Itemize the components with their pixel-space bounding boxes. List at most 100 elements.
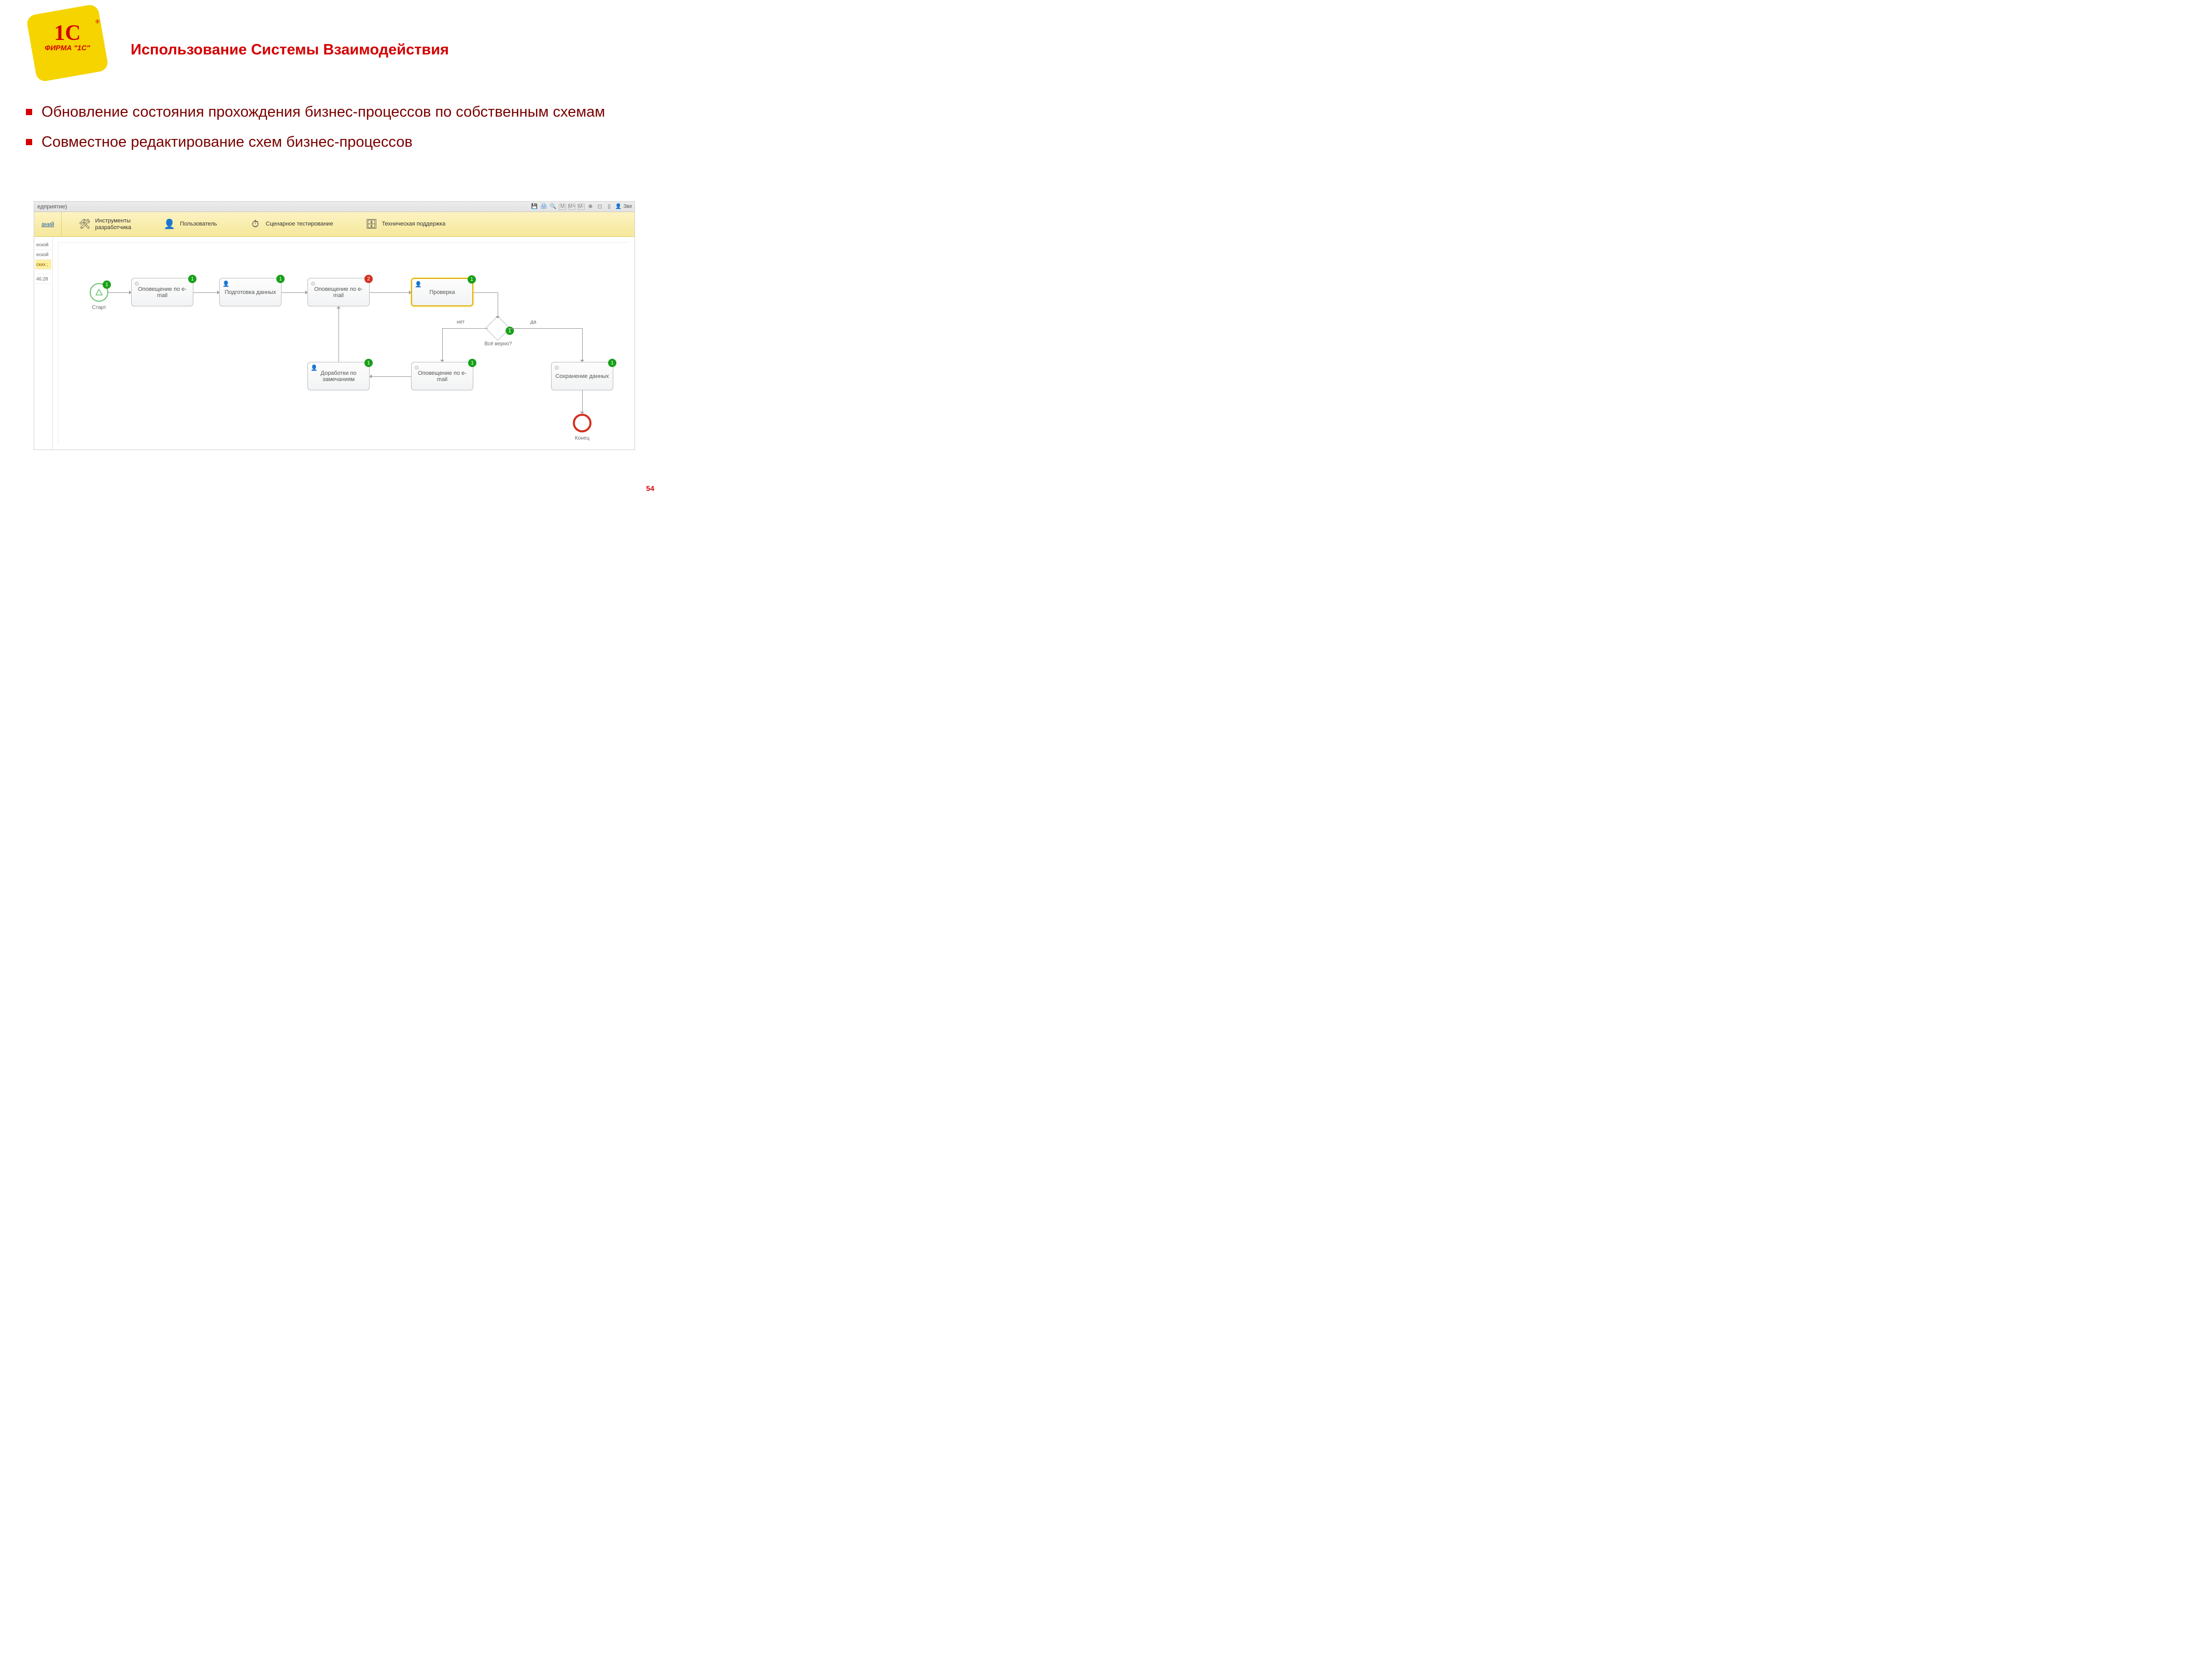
user-icon[interactable]: 👤 [615, 203, 622, 210]
task-label: Сохранение данных [555, 373, 609, 379]
search-icon[interactable]: 🔍 [550, 203, 557, 210]
badge: 1 [468, 275, 476, 284]
window-icon[interactable]: ◻ [596, 203, 603, 210]
start-event-label: Старт [83, 305, 115, 311]
end-event[interactable] [573, 414, 591, 432]
sidebar-item[interactable]: еской [35, 240, 51, 250]
edge [582, 390, 583, 414]
stopwatch-icon: ⏱ [248, 217, 263, 232]
edge [108, 292, 131, 293]
ribbon-link[interactable]: аний [34, 212, 62, 236]
ribbon: аний 🛠 Инструменты разработчика 👤 Пользо… [34, 212, 635, 237]
dev-tools-icon: 🛠 [77, 217, 92, 232]
task-label: Оповещение по e-mail [311, 286, 366, 299]
gear-icon: ⚙ [414, 364, 419, 371]
task-save-data[interactable]: ⚙ Сохранение данных 1 [551, 362, 613, 390]
gear-icon: ⚙ [134, 280, 139, 287]
database-icon: 🗄 [364, 217, 379, 232]
edge [370, 292, 411, 293]
save-icon[interactable]: 💾 [531, 203, 538, 210]
sidebar-item-selected[interactable]: ских ; [35, 260, 51, 270]
page-number: 54 [646, 484, 654, 493]
ribbon-section-support[interactable]: 🗄 Техническая поддержка [349, 212, 461, 236]
end-event-label: Конец [567, 435, 598, 441]
panel-icon[interactable]: ▯ [605, 203, 613, 210]
gear-icon: ⚙ [311, 280, 316, 287]
arrow-icon [129, 290, 133, 294]
edge-label-no: нет [457, 319, 464, 325]
ribbon-label: Сценарное тестирование [266, 221, 333, 228]
edge [281, 292, 307, 293]
name-fragment: Зве [624, 203, 631, 210]
bullet-item: Совместное редактирование схем бизнес-пр… [26, 133, 643, 152]
ribbon-section-user[interactable]: 👤 Пользователь [147, 212, 232, 236]
user-icon: 👤 [162, 217, 177, 232]
zoom-icon[interactable]: ⊕ [587, 203, 594, 210]
arrow-icon [580, 412, 584, 416]
arrow-icon [217, 290, 221, 294]
edge-label-yes: да [530, 319, 536, 325]
badge: 1 [188, 275, 196, 283]
task-notify-1[interactable]: ⚙ Оповещение по e-mail 1 [131, 278, 193, 306]
arrow-icon [580, 360, 584, 364]
user-icon: 👤 [415, 281, 422, 288]
task-label: Подготовка данных [224, 289, 276, 296]
arrow-icon [440, 360, 444, 364]
badge: 1 [276, 275, 285, 283]
sidebar-item[interactable]: еской [35, 250, 51, 260]
badge: 2 [364, 275, 373, 283]
arrow-icon [409, 290, 413, 294]
bullet-marker-icon [26, 139, 32, 145]
ribbon-label: Инструменты разработчика [95, 218, 131, 231]
edge [582, 328, 583, 362]
titlebar-icons: 💾 🖨 🔍 M M+ M- ⊕ ◻ ▯ 👤 Зве [531, 202, 631, 212]
print-icon[interactable]: 🖨 [540, 203, 547, 210]
app-titlebar: едприятие) 💾 🖨 🔍 M M+ M- ⊕ ◻ ▯ 👤 Зве [34, 202, 635, 212]
bpmn-canvas[interactable]: 1 Старт ⚙ Оповещение по e-mail 1 👤 Подго… [53, 237, 635, 449]
user-icon: 👤 [222, 280, 230, 287]
task-review[interactable]: 👤 Проверка 1 [411, 278, 473, 306]
gear-icon: ⚙ [554, 364, 559, 371]
task-notify-3[interactable]: ⚙ Оповещение по e-mail 1 [411, 362, 473, 390]
start-event[interactable]: 1 [90, 283, 108, 302]
edge [442, 328, 443, 362]
bullet-marker-icon [26, 109, 32, 115]
memory-mplus-icon[interactable]: M+ [568, 204, 575, 210]
memory-mminus-icon[interactable]: M- [577, 204, 585, 210]
ribbon-section-testing[interactable]: ⏱ Сценарное тестирование [233, 212, 349, 236]
titlebar-left: едприятие) [37, 202, 67, 212]
sidebar-item[interactable] [35, 270, 51, 274]
edge [193, 292, 219, 293]
badge: 1 [364, 359, 373, 367]
badge: 1 [608, 359, 616, 367]
edge [508, 328, 582, 329]
arrow-icon [336, 304, 341, 308]
task-label: Доработки по замечаниям [311, 370, 366, 383]
logo-main: 1С [54, 21, 80, 45]
ribbon-section-dev-tools[interactable]: 🛠 Инструменты разработчика [62, 212, 147, 236]
slide-title: Использование Системы Взаимодействия [131, 41, 449, 59]
logo: 1С ® ФИРМА "1С" [36, 21, 98, 52]
sidebar-time: 46:28 [35, 274, 51, 284]
bullet-list: Обновление состояния прохождения бизнес-… [26, 103, 643, 162]
task-label: Оповещение по e-mail [415, 370, 470, 383]
arrow-icon [305, 290, 309, 294]
arrow-icon [368, 374, 372, 378]
edge [473, 292, 498, 293]
task-prepare-data[interactable]: 👤 Подготовка данных 1 [219, 278, 281, 306]
task-notify-2[interactable]: ⚙ Оповещение по e-mail 2 [307, 278, 370, 306]
registered-icon: ® [95, 19, 100, 25]
sidebar: еской еской ских ; 46:28 [34, 237, 53, 449]
arrow-icon [496, 316, 500, 320]
embedded-screenshot: едприятие) 💾 🖨 🔍 M M+ M- ⊕ ◻ ▯ 👤 Зве ани… [34, 201, 635, 450]
task-rework[interactable]: 👤 Доработки по замечаниям 1 [307, 362, 370, 390]
badge: 1 [103, 280, 111, 289]
ribbon-label: Техническая поддержка [382, 221, 446, 228]
bullet-text: Совместное редактирование схем бизнес-пр… [41, 133, 413, 152]
edge [442, 328, 488, 329]
badge: 1 [468, 359, 476, 367]
memory-m-icon[interactable]: M [559, 204, 566, 210]
user-icon: 👤 [311, 364, 318, 371]
gateway-label: Всё верно? [483, 341, 514, 347]
ribbon-label: Пользователь [180, 221, 217, 228]
